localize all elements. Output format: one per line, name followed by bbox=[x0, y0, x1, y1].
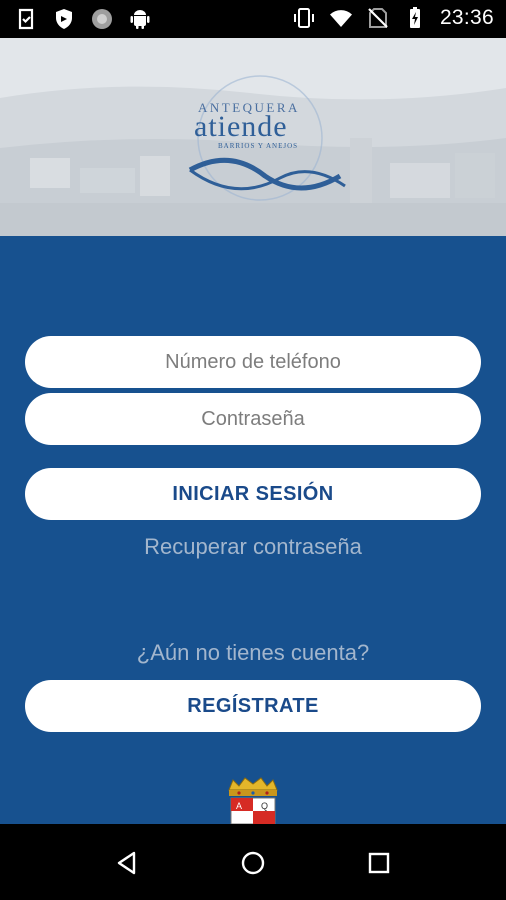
status-icons-left bbox=[14, 7, 152, 31]
recover-password-link[interactable]: Recuperar contraseña bbox=[0, 534, 506, 560]
recent-apps-icon[interactable] bbox=[366, 850, 392, 876]
logo-main-text: atiende bbox=[194, 110, 288, 143]
navigation-bar bbox=[0, 824, 506, 900]
login-panel: INICIAR SESIÓN Recuperar contraseña ¿Aún… bbox=[0, 236, 506, 825]
app-logo: ANTEQUERA atiende BARRIOS Y ANEJOS bbox=[180, 58, 350, 218]
coat-of-arms-icon: A Q bbox=[225, 776, 281, 825]
header-banner: ANTEQUERA atiende BARRIOS Y ANEJOS bbox=[0, 38, 506, 236]
logo-sub-text: BARRIOS Y ANEJOS bbox=[218, 142, 299, 150]
password-field[interactable] bbox=[25, 393, 481, 445]
shield-icon bbox=[52, 7, 76, 31]
phone-input[interactable] bbox=[25, 336, 481, 388]
circle-icon bbox=[90, 7, 114, 31]
status-icons-right: 23:36 bbox=[292, 6, 494, 30]
android-icon bbox=[128, 7, 152, 31]
battery-charging-icon bbox=[403, 6, 427, 30]
phone-field[interactable] bbox=[25, 336, 481, 388]
status-bar: 23:36 bbox=[0, 0, 506, 38]
no-account-text: ¿Aún no tienes cuenta? bbox=[136, 640, 370, 665]
clipboard-check-icon bbox=[14, 7, 38, 31]
no-sim-icon bbox=[366, 6, 390, 30]
back-icon[interactable] bbox=[114, 850, 140, 876]
svg-text:Q: Q bbox=[261, 801, 268, 811]
login-button[interactable]: INICIAR SESIÓN bbox=[25, 468, 481, 520]
home-icon[interactable] bbox=[240, 850, 266, 876]
wifi-icon bbox=[329, 6, 353, 30]
vibrate-icon bbox=[292, 6, 316, 30]
password-input[interactable] bbox=[25, 393, 481, 445]
register-button[interactable]: REGÍSTRATE bbox=[25, 680, 481, 732]
status-time: 23:36 bbox=[439, 6, 494, 29]
svg-text:A: A bbox=[236, 801, 242, 811]
